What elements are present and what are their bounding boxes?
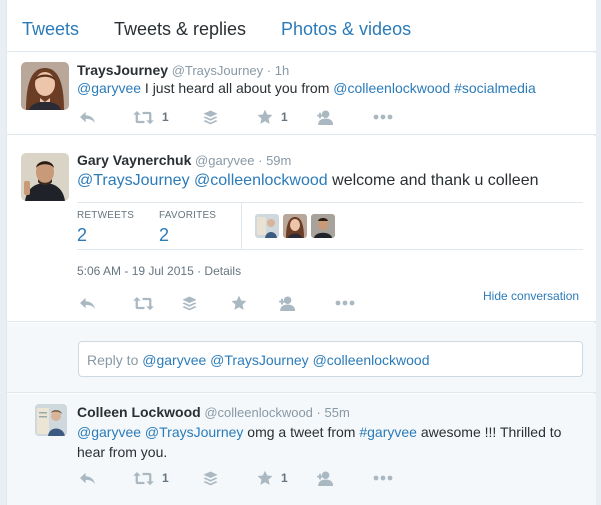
timestamp[interactable]: 55m [325,405,350,420]
more-button[interactable] [335,293,355,313]
separator: · [258,153,263,168]
mention-link[interactable]: @TraysJourney [77,172,190,189]
buffer-button[interactable] [203,107,218,127]
mention-link[interactable]: @garyvee [77,80,141,96]
buffer-icon [203,471,218,486]
favorite-icon [257,109,273,125]
mention-link[interactable]: @colleenlockwood [333,80,450,96]
more-button[interactable] [373,468,393,488]
tweet-stats: RETWEETS 2 FAVORITES 2 [77,202,583,250]
follow-icon [279,296,300,311]
more-icon [373,475,393,481]
retweet-button[interactable]: 1 [133,107,169,127]
reply-icon [79,471,96,486]
reply-input[interactable]: Reply to @garyvee @TraysJourney @colleen… [78,341,583,377]
reply-area: Reply to @garyvee @TraysJourney @colleen… [7,323,596,393]
hashtag-link[interactable]: #socialmedia [454,80,536,96]
mention-link[interactable]: @TraysJourney [145,424,244,440]
profile-tabs: Tweets Tweets & replies Photos & videos [7,0,596,52]
tweet-meta: 5:06 AM - 19 Jul 2015 · Details [77,264,242,278]
tweet-text: @garyvee @TraysJourney omg a tweet from … [77,424,562,460]
reply-button[interactable] [79,468,96,488]
favorites-count[interactable]: 2 [159,225,169,246]
tweet-text: @garyvee I just heard all about you from… [77,80,536,96]
tweet-header: Colleen Lockwood @colleenlockwood · 55m [77,404,350,420]
favorite-count: 1 [281,110,288,124]
favorite-button[interactable] [231,293,247,313]
favoriter-avatar[interactable] [255,214,279,238]
follow-button[interactable] [279,293,300,313]
follow-button[interactable] [317,468,338,488]
more-button[interactable] [373,107,393,127]
avatar[interactable] [35,404,67,436]
separator: · [316,405,321,420]
favorites-label: FAVORITES [159,210,217,221]
username[interactable]: @garyvee [195,153,254,168]
retweets-label: RETWEETS [77,210,135,221]
username[interactable]: @TraysJourney [172,63,263,78]
tab-photos-videos[interactable]: Photos & videos [281,19,411,40]
hide-conversation-link[interactable]: Hide conversation [483,289,579,303]
mention-link[interactable]: @colleenlockwood [194,172,328,189]
tweet-actions: 1 1 [77,107,407,127]
tweet-actions [77,293,377,313]
retweet-icon [133,110,154,125]
mention-link[interactable]: @garyvee [77,424,141,440]
follow-icon [317,471,338,486]
more-icon [373,114,393,120]
buffer-button[interactable] [203,468,218,488]
favorite-button[interactable]: 1 [257,107,288,127]
separator: · [266,63,272,78]
tweet-garyvee[interactable]: Gary Vaynerchuk @garyvee · 59m @TraysJou… [7,136,596,322]
favorite-icon [257,470,273,486]
username[interactable]: @colleenlockwood [204,405,313,420]
reply-icon [79,296,96,311]
tab-tweets[interactable]: Tweets [22,19,79,40]
hashtag-link[interactable]: #garyvee [359,424,417,440]
display-name[interactable]: Gary Vaynerchuk [77,152,191,168]
tab-tweets-replies[interactable]: Tweets & replies [114,19,246,40]
tweet-datetime: 5:06 AM - 19 Jul 2015 [77,264,194,278]
retweet-count: 1 [162,471,169,485]
follow-icon [317,110,338,125]
tweet-header: TraysJourney @TraysJourney · 1h [77,62,289,78]
retweet-icon [133,296,154,311]
reply-button[interactable] [79,293,96,313]
favorite-icon [231,295,247,311]
avatar[interactable] [21,62,69,110]
retweets-count[interactable]: 2 [77,225,87,246]
timestamp[interactable]: 1h [275,63,289,78]
favorite-count: 1 [281,471,288,485]
tweet-traysjourney[interactable]: TraysJourney @TraysJourney · 1h @garyvee… [7,53,596,135]
favoriter-avatar[interactable] [311,214,335,238]
reply-icon [79,110,96,125]
reply-button[interactable] [79,107,96,127]
tweet-text: @TraysJourney @colleenlockwood welcome a… [77,172,539,189]
display-name[interactable]: Colleen Lockwood [77,404,201,420]
retweet-count: 1 [162,110,169,124]
follow-button[interactable] [317,107,338,127]
retweet-icon [133,471,154,486]
avatar[interactable] [21,153,69,201]
retweet-button[interactable]: 1 [133,468,169,488]
stats-divider [241,203,242,249]
display-name[interactable]: TraysJourney [77,62,168,78]
details-link[interactable]: Details [204,264,241,278]
more-icon [335,300,355,306]
timestamp[interactable]: 59m [266,153,291,168]
timeline: Tweets Tweets & replies Photos & videos … [6,0,596,505]
tweet-colleenlockwood[interactable]: Colleen Lockwood @colleenlockwood · 55m … [7,394,596,505]
buffer-button[interactable] [182,293,197,313]
tweet-actions: 1 1 [77,468,407,488]
buffer-icon [182,296,197,311]
retweet-button[interactable] [133,293,154,313]
buffer-icon [203,110,218,125]
favoriter-avatar[interactable] [283,214,307,238]
favorite-button[interactable]: 1 [257,468,288,488]
tweet-header: Gary Vaynerchuk @garyvee · 59m [77,152,291,168]
